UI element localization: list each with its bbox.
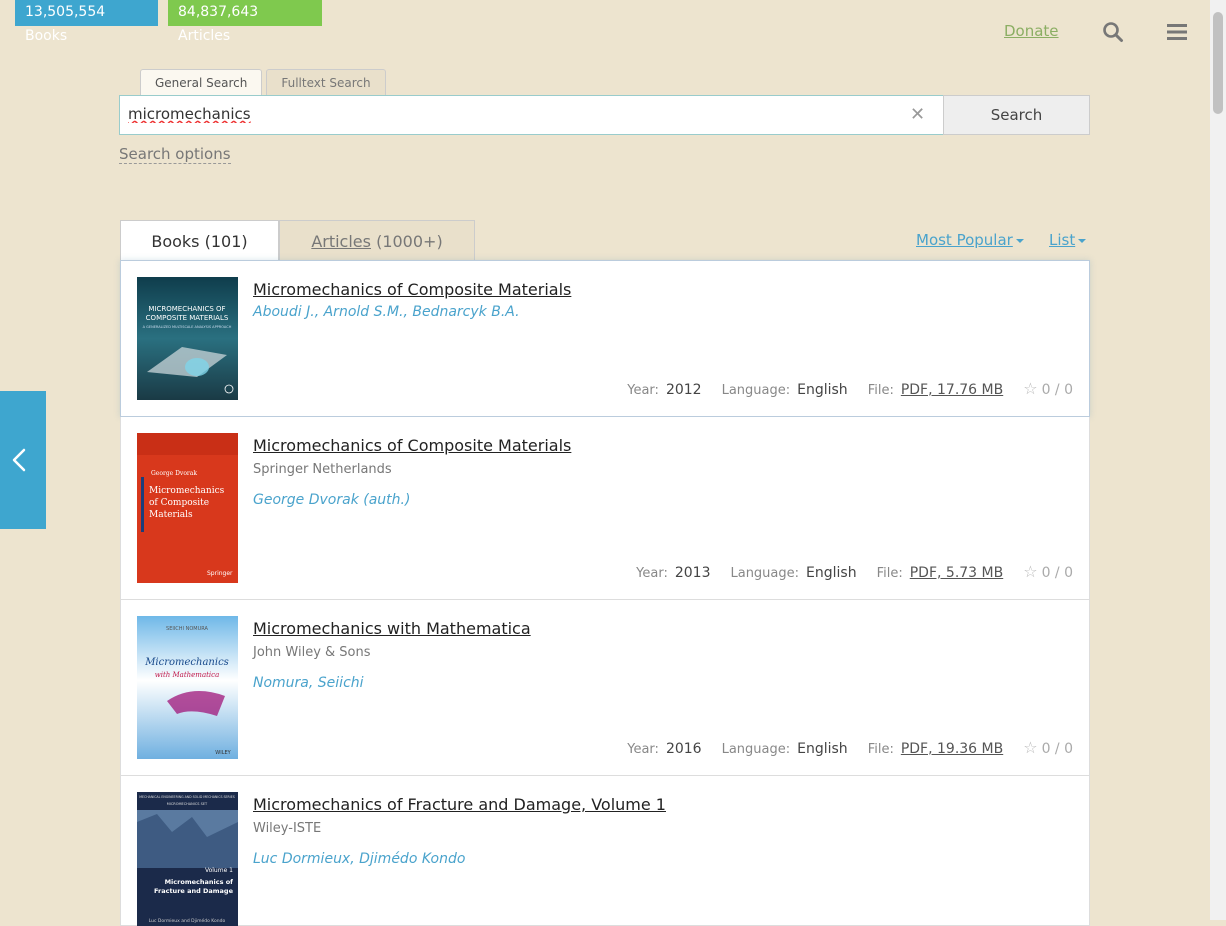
articles-count-badge: 84,837,643 Articles [168, 0, 322, 44]
sort-order-dropdown[interactable]: Most Popular [916, 231, 1024, 249]
book-title-link[interactable]: Micromechanics of Fracture and Damage, V… [253, 795, 666, 814]
cover-text: Volume 1 [205, 867, 233, 874]
cover-text: WILEY [215, 750, 231, 756]
results-tabs: Books (101) Articles (1000+) [120, 220, 475, 261]
list-item: MECHANICAL ENGINEERING AND SOLID MECHANI… [120, 776, 1090, 926]
tab-articles-label: Articles [311, 232, 371, 251]
book-publisher: Wiley-ISTE [253, 821, 322, 836]
star-icon[interactable]: ☆ [1023, 562, 1037, 581]
scrollbar-thumb[interactable] [1213, 12, 1223, 114]
cover-text: MECHANICAL ENGINEERING AND SOLID MECHANI… [139, 795, 234, 799]
side-panel-toggle[interactable] [0, 391, 46, 529]
list-item: MICROMECHANICS OF COMPOSITE MATERIALS A … [120, 260, 1090, 417]
language-value: English [806, 565, 857, 581]
file-label: File: [876, 566, 903, 581]
page-scrollbar[interactable] [1210, 0, 1226, 920]
cover-text: Micromechanics of [165, 878, 234, 886]
rating-value: 0 / 0 [1041, 382, 1073, 398]
cover-text: George Dvorak [151, 470, 197, 477]
donate-link[interactable]: Donate [1004, 22, 1059, 40]
tab-articles-count: (1000+) [376, 232, 443, 251]
book-cover[interactable]: MECHANICAL ENGINEERING AND SOLID MECHANI… [137, 792, 238, 926]
books-count-badge: 13,505,554 Books [15, 0, 158, 44]
book-title-link[interactable]: Micromechanics with Mathematica [253, 619, 531, 638]
results-list: MICROMECHANICS OF COMPOSITE MATERIALS A … [120, 260, 1090, 926]
language-value: English [797, 382, 848, 398]
book-meta: Year: 2016 Language: English File: PDF, 19.… [627, 738, 1073, 757]
cover-text: COMPOSITE MATERIALS [146, 314, 229, 322]
chevron-down-icon [1078, 238, 1087, 243]
file-link[interactable]: PDF, 19.36 MB [901, 741, 1003, 757]
rating-value: 0 / 0 [1041, 565, 1073, 581]
list-item: SEIICHI NOMURA Micromechanics with Mathe… [120, 600, 1090, 776]
cover-text: Springer [207, 570, 233, 577]
language-label: Language: [730, 566, 800, 581]
cover-text: Materials [149, 510, 193, 520]
file-link[interactable]: PDF, 5.73 MB [910, 565, 1003, 581]
search-box: ✕ [119, 95, 944, 135]
list-item: George Dvorak Micromechanics of Composit… [120, 417, 1090, 600]
file-label: File: [867, 742, 894, 757]
language-label: Language: [721, 383, 791, 398]
book-authors[interactable]: George Dvorak (auth.) [253, 492, 410, 508]
sort-order-label: Most Popular [916, 231, 1013, 249]
cover-text: A GENERALIZED MULTISCALE ANALYSIS APPROA… [143, 325, 232, 329]
search-icon[interactable] [1102, 21, 1124, 43]
year-value: 2012 [665, 382, 702, 398]
chevron-down-icon [1015, 238, 1024, 243]
book-meta: Year: 2012 Language: English File: PDF, 17.… [627, 379, 1073, 398]
star-icon[interactable]: ☆ [1023, 379, 1037, 398]
year-label: Year: [627, 742, 659, 757]
year-value: 2016 [665, 741, 702, 757]
hamburger-menu-icon[interactable] [1166, 22, 1188, 42]
clear-icon[interactable]: ✕ [910, 104, 925, 125]
book-title-link[interactable]: Micromechanics of Composite Materials [253, 436, 571, 455]
language-value: English [797, 741, 848, 757]
search-mode-tabs: General Search Fulltext Search [140, 69, 390, 97]
year-label: Year: [627, 383, 659, 398]
tab-fulltext-search[interactable]: Fulltext Search [266, 69, 386, 96]
cover-text: Luc Dormieux and Djimédo Kondo [149, 917, 226, 924]
book-cover[interactable]: MICROMECHANICS OF COMPOSITE MATERIALS A … [137, 277, 238, 400]
language-label: Language: [721, 742, 791, 757]
book-authors[interactable]: Luc Dormieux, Djimédo Kondo [253, 851, 465, 867]
year-value: 2013 [674, 565, 711, 581]
cover-text: of Composite [149, 498, 209, 508]
star-icon[interactable]: ☆ [1023, 738, 1037, 757]
cover-text: MICROMECHANICS SET [167, 802, 208, 806]
tab-books[interactable]: Books (101) [120, 220, 279, 261]
tab-general-search[interactable]: General Search [140, 69, 263, 97]
view-mode-dropdown[interactable]: List [1049, 231, 1087, 249]
book-publisher: Springer Netherlands [253, 462, 392, 477]
search-button[interactable]: Search [943, 95, 1090, 135]
cover-text: SEIICHI NOMURA [166, 626, 209, 632]
year-label: Year: [636, 566, 668, 581]
cover-text: Fracture and Damage [154, 887, 234, 895]
rating-value: 0 / 0 [1041, 741, 1073, 757]
book-authors[interactable]: Nomura, Seiichi [253, 675, 364, 691]
book-cover[interactable]: SEIICHI NOMURA Micromechanics with Mathe… [137, 616, 238, 759]
book-authors[interactable]: Aboudi J., Arnold S.M., Bednarcyk B.A. [253, 304, 520, 320]
cover-text: Micromechanics [144, 657, 229, 668]
cover-text: Micromechanics [149, 486, 225, 496]
search-input[interactable] [120, 96, 896, 132]
book-meta: Year: 2013 Language: English File: PDF, 5.7… [636, 562, 1073, 581]
book-publisher: John Wiley & Sons [253, 645, 371, 660]
file-label: File: [867, 383, 894, 398]
cover-text: MICROMECHANICS OF [148, 305, 225, 313]
tab-articles[interactable]: Articles (1000+) [279, 220, 475, 261]
view-mode-label: List [1049, 231, 1076, 249]
search-options-link[interactable]: Search options [119, 145, 231, 164]
book-title-link[interactable]: Micromechanics of Composite Materials [253, 280, 571, 299]
cover-text: with Mathematica [155, 671, 220, 679]
file-link[interactable]: PDF, 17.76 MB [901, 382, 1003, 398]
chevron-left-icon [12, 448, 26, 472]
book-cover[interactable]: George Dvorak Micromechanics of Composit… [137, 433, 238, 583]
